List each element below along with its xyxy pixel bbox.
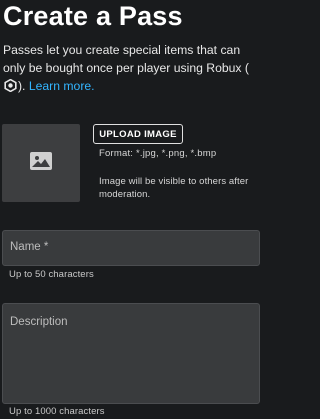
name-placeholder: Name * [10, 241, 49, 253]
page-description: Passes let you create special items that… [3, 41, 263, 95]
name-hint: Up to 50 characters [9, 269, 94, 280]
description-text-end: ). [18, 79, 26, 93]
description-hint: Up to 1000 characters [9, 406, 105, 417]
create-pass-page: Create a Pass Passes let you create spec… [0, 0, 267, 419]
image-icon [30, 151, 52, 175]
description-placeholder: Description [10, 316, 68, 328]
learn-more-link[interactable]: Learn more. [29, 79, 95, 93]
description-text: Passes let you create special items that… [3, 43, 249, 75]
robux-icon [4, 78, 17, 93]
upload-image-button[interactable]: UPLOAD IMAGE [93, 124, 183, 144]
description-field[interactable]: Description [2, 303, 260, 404]
page-title: Create a Pass [3, 1, 183, 31]
image-moderation-text: Image will be visible to others after mo… [99, 176, 249, 200]
image-preview [2, 124, 80, 202]
image-format-text: Format: *.jpg, *.png, *.bmp [99, 148, 217, 159]
name-field[interactable]: Name * [2, 230, 260, 266]
